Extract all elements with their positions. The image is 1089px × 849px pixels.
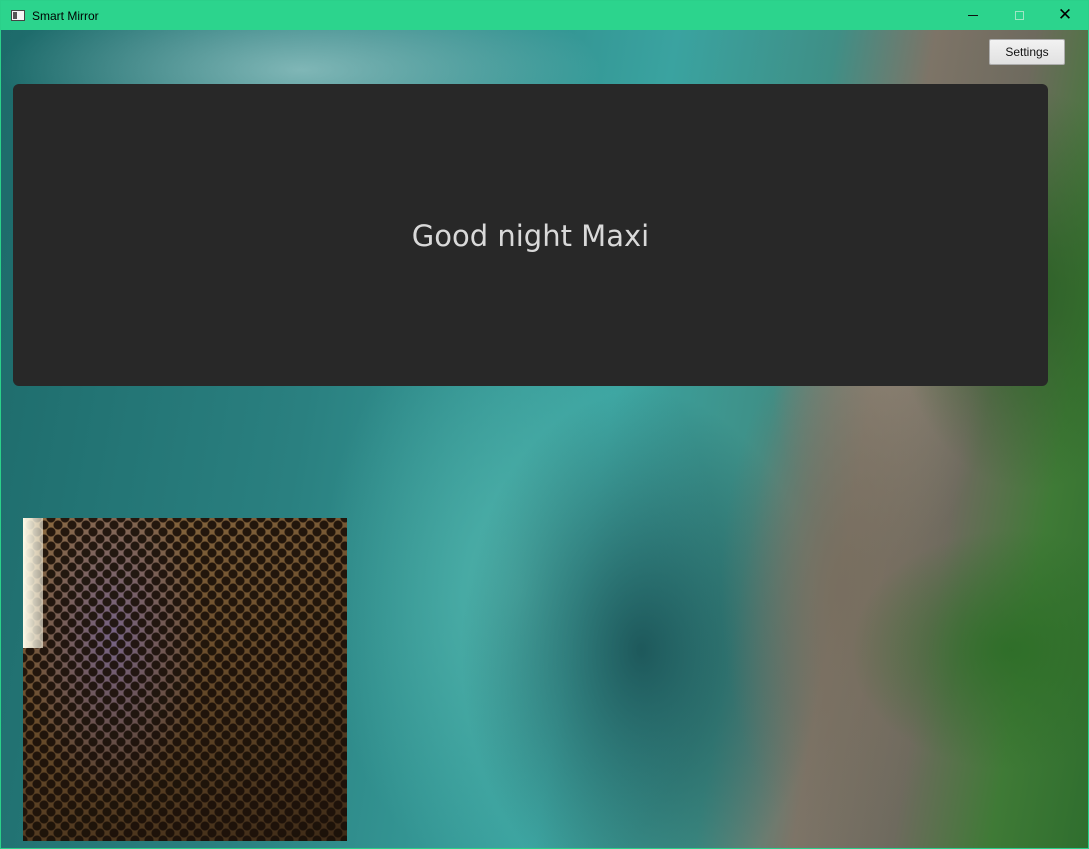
greeting-panel: Good night Maxi (13, 84, 1048, 386)
maximize-icon (1014, 11, 1024, 20)
minimize-icon (968, 15, 978, 16)
title-bar[interactable]: Smart Mirror ✕ (1, 1, 1088, 30)
close-button[interactable]: ✕ (1042, 1, 1088, 30)
app-window: Smart Mirror ✕ Settings Good night Maxi (0, 0, 1089, 849)
app-icon (11, 10, 25, 21)
greeting-text: Good night Maxi (411, 219, 650, 253)
window-controls: ✕ (950, 1, 1088, 30)
camera-glare (23, 518, 43, 648)
maximize-button[interactable] (996, 1, 1042, 30)
camera-preview (23, 518, 347, 841)
window-title: Smart Mirror (32, 8, 99, 23)
minimize-button[interactable] (950, 1, 996, 30)
close-icon: ✕ (1057, 5, 1073, 25)
settings-button[interactable]: Settings (989, 39, 1065, 65)
